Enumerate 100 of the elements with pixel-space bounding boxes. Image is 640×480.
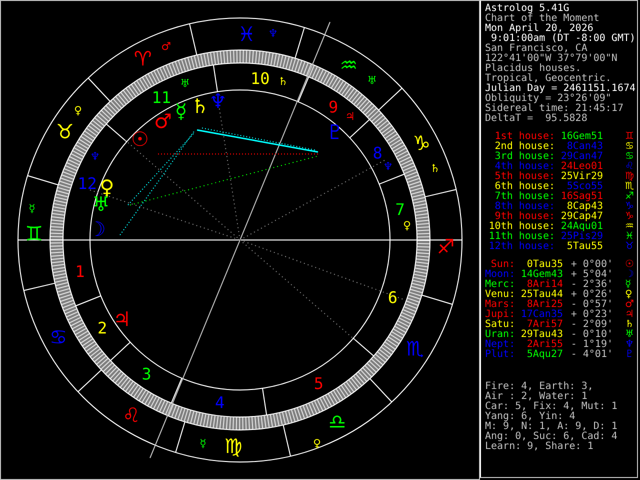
planet-symbol: ♂ xyxy=(154,109,172,133)
planet-position: 14Gem43 xyxy=(520,270,563,280)
planet-symbol: ♆ xyxy=(90,150,100,163)
planet-name: Nept: xyxy=(485,340,515,350)
chart-info-line: 122°41'00"W 37°79'00"N xyxy=(485,54,618,64)
planet-symbol: ♄ xyxy=(191,94,209,118)
planet-symbol: ♆ xyxy=(268,27,278,40)
zodiac-sign-symbol: ♉ xyxy=(56,119,74,144)
house-number: 4 xyxy=(215,392,225,412)
chart-info-line: Chart of the Moment xyxy=(485,14,600,24)
planet-name: Jupi: xyxy=(485,310,515,320)
zodiac-sign-symbol: ♑ xyxy=(412,130,431,155)
sign-symbol: ♉ xyxy=(625,242,634,252)
house-cusp-position: 5Tau55 xyxy=(566,242,603,252)
planet-name: Mars: xyxy=(485,300,515,310)
house-label: 8th house: xyxy=(494,202,555,212)
chart-info-line: San Francisco, CA xyxy=(485,44,588,54)
sign-symbol: ♑ xyxy=(625,202,634,212)
planet-position: 2Ari55 xyxy=(526,340,563,350)
chart-info-line: 9:01:00am (DT -8:00 GMT) xyxy=(491,34,637,44)
planet-symbol: ☿ xyxy=(200,437,206,450)
zodiac-sign-symbol: ♊ xyxy=(25,221,44,246)
house-number: 5 xyxy=(314,374,324,393)
sign-symbol: ♒ xyxy=(625,222,634,232)
chart-statistics-line: Yang: 6, Yin: 4 xyxy=(485,412,576,422)
zodiac-sign-symbol: ♒ xyxy=(340,53,358,78)
planet-position: 25Tau44 xyxy=(520,290,563,300)
sign-symbol: ♏ xyxy=(625,182,634,192)
planet-position: 29Tau43 xyxy=(520,330,563,340)
planet-symbol: ♅ xyxy=(180,77,190,90)
planet-symbol: ♄ xyxy=(278,75,288,88)
house-number: 2 xyxy=(98,318,108,338)
planet-name: Venu: xyxy=(485,290,515,300)
planet-symbol: ♃ xyxy=(345,110,355,123)
planet-symbol: ♀ xyxy=(312,437,322,450)
chart-statistics-line: Learn: 9, Share: 1 xyxy=(485,442,594,452)
zodiac-sign-symbol: ♐ xyxy=(436,234,455,259)
house-number: 9 xyxy=(328,97,338,116)
planet-position: 8Ari14 xyxy=(526,280,563,290)
chart-statistics-line: Fire: 4, Earth: 3, xyxy=(485,382,594,392)
chart-statistics-line: Car: 5, Fix: 4, Mut: 1 xyxy=(485,402,618,412)
zodiac-sign-symbol: ♈ xyxy=(134,46,152,70)
planet-latitude: - 2°09' xyxy=(570,320,613,330)
planet-symbol: ♀ xyxy=(402,219,412,232)
planet-symbol: ♄ xyxy=(430,162,440,175)
planet-position: 8Ari25 xyxy=(526,300,563,310)
planet-latitude: - 0°10' xyxy=(570,330,613,340)
planet-latitude: - 2°36' xyxy=(570,280,613,290)
chart-info-line: Mon April 20, 2026 xyxy=(485,24,594,34)
planet-symbol: ♇ xyxy=(326,120,344,144)
house-cusp-position: 16Sag51 xyxy=(560,192,603,202)
planet-symbol: ♆ xyxy=(625,340,634,350)
planet-position: 0Tau35 xyxy=(526,260,563,270)
house-cusp-position: 8Cap43 xyxy=(566,202,603,212)
zodiac-sign-symbol: ♓ xyxy=(238,22,256,46)
zodiac-sign-symbol: ♎ xyxy=(328,410,346,434)
planet-name: Plut: xyxy=(485,350,515,360)
planet-symbol: ♂ xyxy=(161,40,171,53)
planet-position: 5Aqu27 xyxy=(526,350,563,360)
house-number: 12 xyxy=(78,174,97,193)
planet-symbol: ♅ xyxy=(367,74,377,87)
house-cusp-position: 25Vir29 xyxy=(560,172,603,182)
sign-symbol: ♋ xyxy=(625,152,634,162)
planet-latitude: - 1°19' xyxy=(570,340,613,350)
sign-symbol: ♋ xyxy=(625,142,634,152)
house-cusp-position: 24Aqu01 xyxy=(560,222,603,232)
chart-info-line: Julian Day = 2461151.1674 xyxy=(485,84,637,94)
house-cusp-position: 16Gem51 xyxy=(560,132,603,142)
house-number: 8 xyxy=(372,144,382,163)
planet-symbol: ♆ xyxy=(383,160,393,173)
planet-symbol: ☉ xyxy=(625,260,634,270)
sign-symbol: ♊ xyxy=(625,132,634,142)
chart-info-line: Obliquity = 23°26'09" xyxy=(485,94,612,104)
house-label: 4th house: xyxy=(494,162,555,172)
planet-latitude: + 5°04' xyxy=(570,270,613,280)
house-cusp-position: 8Can43 xyxy=(566,142,603,152)
planet-symbol: ☽ xyxy=(88,217,106,241)
zodiac-sign-symbol: ♏ xyxy=(406,336,424,361)
sign-symbol: ♓ xyxy=(625,232,634,242)
zodiac-sign-symbol: ♌ xyxy=(122,402,140,427)
house-cusp-position: 24Leo01 xyxy=(560,162,603,172)
house-label: 12th house: xyxy=(488,242,555,252)
sign-symbol: ♌ xyxy=(625,162,634,172)
planet-symbol: ♆ xyxy=(209,89,227,113)
house-label: 5th house: xyxy=(494,172,555,182)
planet-position: 7Ari57 xyxy=(526,320,563,330)
planet-name: Moon: xyxy=(485,270,515,280)
house-number: 11 xyxy=(152,88,171,108)
planet-name: Merc: xyxy=(485,280,515,290)
chart-statistics-line: Ang: 0, Suc: 6, Cad: 4 xyxy=(485,432,618,442)
planet-symbol: ♅ xyxy=(625,330,634,340)
planet-name: Uran: xyxy=(485,330,515,340)
planet-symbol: ☉ xyxy=(131,127,149,151)
planet-symbol: ♂ xyxy=(625,300,634,310)
house-cusp-position: 25Pis29 xyxy=(560,232,603,242)
planet-latitude: - 0°57' xyxy=(570,300,613,310)
planet-symbol: ☽ xyxy=(625,270,634,280)
chart-info-line: Tropical, Geocentric. xyxy=(485,74,612,84)
zodiac-sign-symbol: ♍ xyxy=(224,434,242,458)
sign-symbol: ♍ xyxy=(625,172,634,182)
